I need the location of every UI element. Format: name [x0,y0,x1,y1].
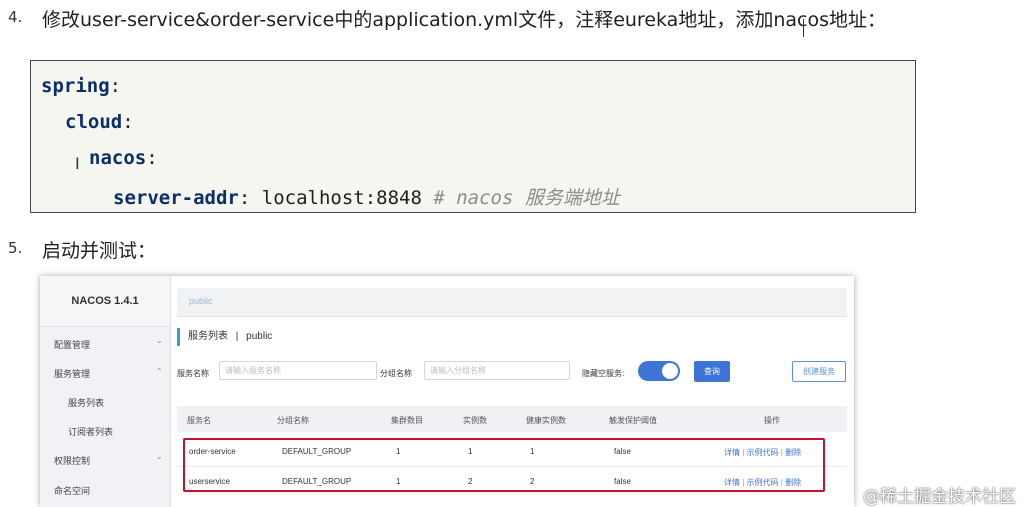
service-name-input[interactable]: 请输入服务名称 [219,361,377,380]
group-name-label: 分组名称 [380,369,412,378]
col-cluster-count: 集群数目 [391,416,423,425]
col-protect-threshold: 触发保护阈值 [609,416,657,425]
page-title-text: 服务列表 [188,331,228,342]
sidebar: NACOS 1.4.1 配置管理 ⌄ 服务管理 ⌃ 服务列表 订阅者列表 权限控… [40,276,171,507]
namespace-bar: public [177,288,847,317]
nacos-console-screenshot: NACOS 1.4.1 配置管理 ⌄ 服务管理 ⌃ 服务列表 订阅者列表 权限控… [40,276,854,507]
col-service-name: 服务名 [187,416,211,425]
yaml-key: nacos [89,147,147,169]
title-separator: | [235,331,239,342]
create-service-button[interactable]: 创建服务 [792,361,846,382]
hide-empty-toggle[interactable] [638,361,680,381]
yaml-key: cloud [65,111,123,133]
toggle-knob [662,363,678,379]
yaml-key: server-addr [113,187,239,209]
group-name-input[interactable]: 请输入分组名称 [424,361,570,380]
yaml-value: localhost:8848 [261,187,422,209]
yaml-colon: : [109,75,122,97]
step-text: 启动并测试： [42,240,157,262]
yaml-colon: : [146,147,158,169]
sidebar-item-subscribers[interactable]: 订阅者列表 [68,425,113,438]
page-title: 服务列表 | public [177,328,272,346]
service-name-label: 服务名称 [177,369,209,378]
page-namespace: public [246,331,273,342]
query-button[interactable]: 查询 [694,361,730,382]
yaml-comment: # nacos 服务端地址 [433,187,620,209]
code-line-4: server-addr: localhost:8848 # nacos 服务端地… [113,183,620,210]
chevron-down-icon: ⌄ [156,452,163,461]
yaml-colon: : [238,187,251,209]
code-line-2: cloud: [65,111,134,133]
col-instance-count: 实例数 [463,416,487,425]
sidebar-item-service-list[interactable]: 服务列表 [68,396,104,409]
sidebar-item-access-control[interactable]: 权限控制 [54,454,90,467]
chevron-down-icon: ⌄ [156,336,163,345]
watermark: @稀土掘金技术社区 [863,487,1016,507]
col-operations: 操作 [764,416,780,425]
code-line-3: nacos: [89,147,158,169]
sidebar-item-namespace[interactable]: 命名空间 [54,484,90,497]
sidebar-item-service-mgmt[interactable]: 服务管理 [54,367,90,380]
hide-empty-label: 隐藏空服务: [582,369,625,378]
step-number: 4. [8,8,23,26]
col-group-name: 分组名称 [277,416,309,425]
text-cursor [803,19,804,37]
yaml-key: spring [41,75,110,97]
code-line-1: spring: [41,75,121,97]
text-caret-icon: I [75,154,80,173]
step-text: 修改user-service&order-service中的applicatio… [42,9,886,31]
step-number: 5. [8,239,23,257]
col-healthy-count: 健康实例数 [526,416,566,425]
sidebar-item-config[interactable]: 配置管理 [54,338,90,351]
yaml-colon: : [122,111,134,133]
code-block[interactable]: spring: cloud: I nacos: server-addr: loc… [30,60,916,213]
namespace-tab[interactable]: public [189,296,213,306]
brand-logo: NACOS 1.4.1 [40,276,170,327]
highlight-box [183,438,825,492]
chevron-up-icon: ⌃ [156,367,163,376]
table-header: 服务名 分组名称 集群数目 实例数 健康实例数 触发保护阈值 操作 [177,406,847,432]
